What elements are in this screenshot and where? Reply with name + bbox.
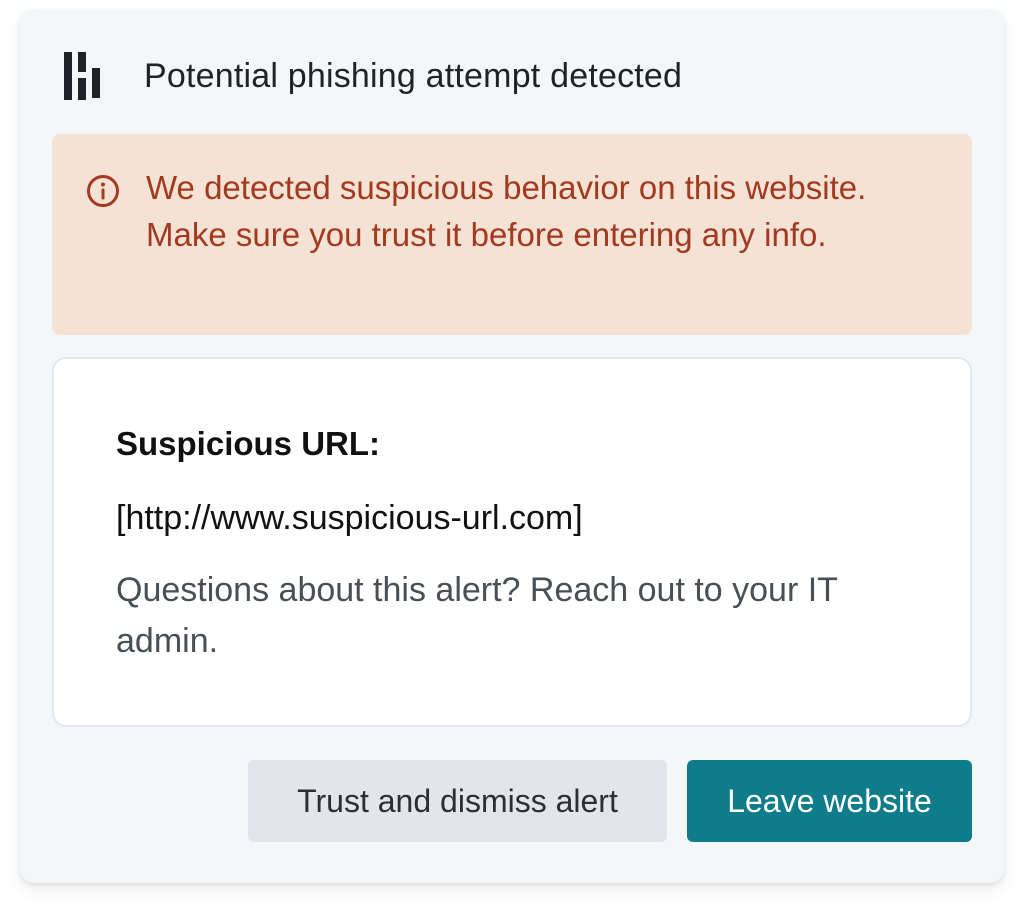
alert-title: Potential phishing attempt detected [144,56,683,95]
help-text: Questions about this alert? Reach out to… [116,571,838,660]
leave-website-button[interactable]: Leave website [687,760,972,842]
suspicious-url-value: [http://www.suspicious-url.com] [116,499,583,537]
suspicious-url-label: Suspicious URL: [116,425,381,462]
warning-banner: We detected suspicious behavior on this … [52,134,972,335]
brand-logo-icon [64,52,100,100]
url-details-panel: Suspicious URL: [http://www.suspicious-u… [52,357,972,727]
phishing-alert-card: Potential phishing attempt detected We d… [20,10,1004,883]
warning-message: We detected suspicious behavior on this … [146,169,867,253]
alert-header: Potential phishing attempt detected [64,46,682,106]
info-circle-icon [87,175,119,207]
trust-and-dismiss-button[interactable]: Trust and dismiss alert [248,760,667,842]
